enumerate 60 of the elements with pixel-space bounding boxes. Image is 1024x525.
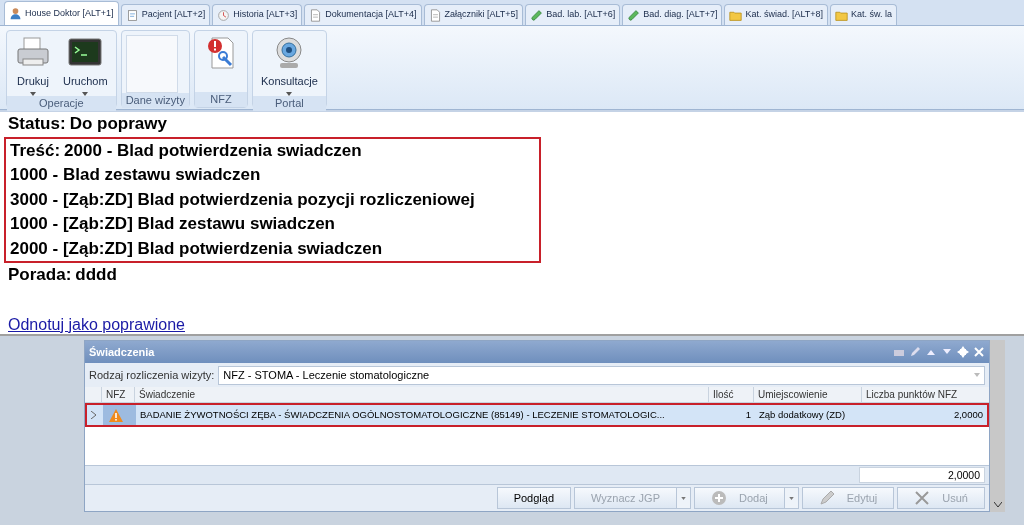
column-header[interactable]: Ilość (708, 387, 753, 402)
tab[interactable]: Historia [ALT+3] (212, 4, 303, 25)
caret-icon (788, 496, 794, 500)
caret-icon (974, 373, 980, 377)
quantity-cell-text: 1 (744, 407, 752, 422)
document-icon (428, 8, 442, 22)
tab[interactable]: Kat. świad. [ALT+8] (724, 4, 829, 25)
group-label: Portal (252, 95, 326, 111)
tab[interactable]: Pacjent [ALT+2] (120, 4, 211, 25)
pencil-icon[interactable] (909, 346, 921, 358)
tab[interactable]: Bad. diag. [ALT+7] (622, 4, 723, 25)
test-tube-icon (530, 8, 544, 22)
ribbon-button[interactable]: Uruchom (59, 35, 112, 96)
tab[interactable]: Kat. św. la (830, 4, 898, 25)
advice-value: dddd (75, 264, 117, 286)
mark-corrected-link[interactable]: Odnotuj jako poprawione (8, 312, 185, 337)
tab[interactable]: House Doktor [ALT+1] (4, 1, 119, 25)
document-icon (309, 8, 323, 22)
warning-icon (109, 408, 123, 422)
total-cell: 2,0000 (859, 467, 985, 483)
caret-icon (681, 496, 686, 500)
clock-icon (217, 8, 231, 22)
error-line: 1000 - [Ząb:ZD] Blad zestawu swiadczen (10, 213, 335, 235)
note-icon (125, 8, 139, 22)
column-header[interactable]: Liczba punktów NFZ (861, 387, 989, 402)
settlement-dropdown[interactable]: NFZ - STOMA - Leczenie stomatologiczne (218, 365, 985, 385)
column-header[interactable]: NFZ (101, 387, 134, 402)
settlement-label: Rodzaj rozliczenia wizyty: (89, 367, 215, 383)
error-line: 1000 - Blad zestawu swiadczen (10, 164, 261, 186)
column-header[interactable]: Umiejscowienie (753, 387, 861, 402)
tab[interactable]: Bad. lab. [ALT+6] (525, 4, 621, 25)
service-cell-text: BADANIE ŻYWOTNOŚCI ZĘBA - ŚWIADCZENIA OGÓLNOSTOMATOLOGICZNE (85149) - LECZENIE STOMATOLOGIC... (139, 407, 666, 422)
status-value: Do poprawy (69, 113, 167, 135)
ribbon-button[interactable]: Drukuj (11, 35, 55, 96)
error-line: 3000 - [Ząb:ZD] Blad potwierdzenia pozycji rozliczeniowej (10, 188, 475, 211)
person-icon (9, 7, 22, 20)
plus-circle-icon (711, 490, 727, 506)
error-line: 2000 - [Ząb:ZD] Blad potwierdzenia swiadczen (10, 237, 383, 260)
status-label: Status: (8, 113, 66, 135)
tab[interactable]: Dokumentacja [ALT+4] (304, 4, 422, 25)
test-tube-icon (627, 8, 641, 22)
close-icon (914, 490, 931, 506)
group-label: Operacje (7, 95, 116, 111)
close-icon[interactable] (973, 346, 985, 358)
points-cell-text: 2,0000 (952, 407, 984, 422)
content-label: Treść: (10, 139, 61, 162)
panel-title: Świadczenia (89, 344, 155, 360)
advice-label: Porada: (8, 264, 72, 286)
group-label: NFZ (194, 92, 247, 107)
tab[interactable]: Załączniki [ALT+5] (423, 4, 524, 25)
action-button[interactable]: Podgląd (496, 487, 571, 509)
location-cell-text: Ząb dodatkowy (ZD) (758, 407, 847, 422)
row-pointer-icon (91, 411, 97, 419)
group-label: Dane wizyty (121, 93, 189, 108)
move-icon[interactable] (957, 346, 969, 358)
column-header[interactable]: Świadczenie (134, 387, 708, 402)
pencil-icon (818, 490, 835, 506)
ribbon-button[interactable]: Konsultacje (256, 35, 322, 96)
error-line: 2000 - Blad potwierdzenia swiadczen (64, 139, 362, 162)
empty-panel (125, 35, 178, 93)
